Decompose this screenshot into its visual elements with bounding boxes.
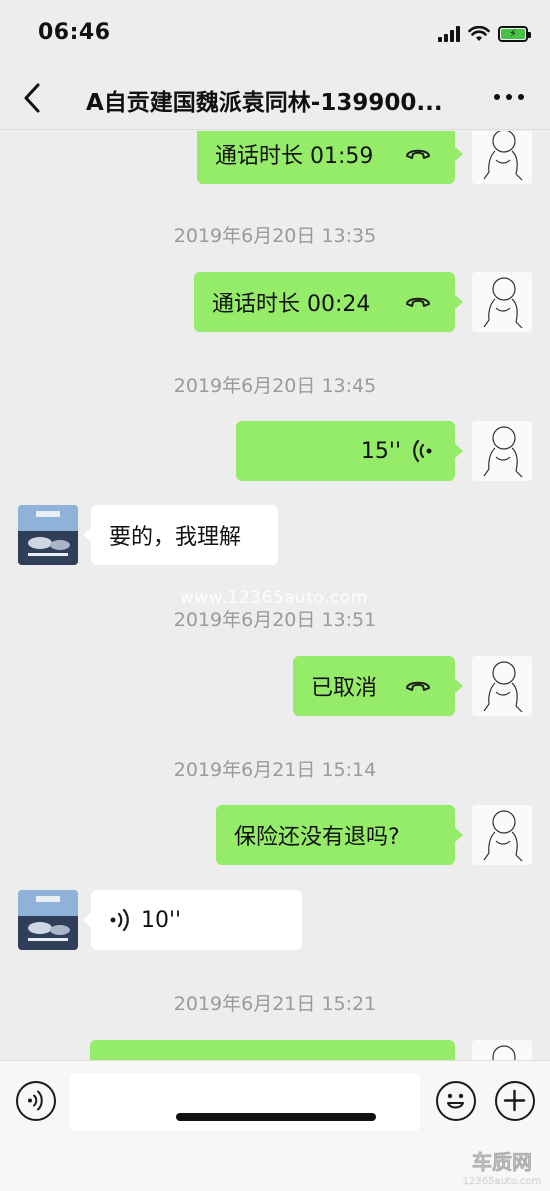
timestamp: 2019年6月20日 13:45: [173, 375, 377, 397]
avatar[interactable]: [472, 421, 532, 481]
voice-wave-icon: [413, 439, 432, 463]
message-input[interactable]: [70, 1073, 420, 1131]
timestamp: 2019年6月20日 13:35: [173, 225, 377, 247]
voice-wave-icon: [110, 908, 129, 932]
car-photo-icon: [18, 505, 78, 565]
home-indicator[interactable]: [176, 1113, 376, 1121]
contact-avatar[interactable]: [18, 505, 78, 565]
avatar[interactable]: [472, 1040, 532, 1060]
message-bubble-outgoing[interactable]: [90, 1040, 455, 1060]
voice-input-icon[interactable]: [16, 1081, 56, 1121]
voice-message-incoming[interactable]: 10'': [83, 890, 302, 950]
svg-text:12365auto.com: 12365auto.com: [463, 1176, 542, 1187]
voice-duration: 15'': [360, 438, 401, 464]
message-text: 通话时长 00:24: [212, 292, 371, 317]
message-text: 保险还没有退吗?: [234, 825, 400, 850]
avatar-figure-icon: [483, 131, 523, 181]
avatar-figure-icon: [492, 1045, 516, 1060]
message-bubble-outgoing[interactable]: 已取消: [293, 656, 463, 716]
message-text: 通话时长 01:59: [215, 144, 374, 169]
avatar-figure-icon: [483, 426, 523, 478]
chat-area[interactable]: 通话时长 01:59 2019年6月20日 13:35 通话时长 00:24 2…: [0, 131, 550, 1060]
status-bar: 06:46 ⚡: [0, 0, 550, 66]
call-end-icon: [406, 149, 430, 159]
message-text: 已取消: [311, 676, 378, 701]
ellipsis-icon[interactable]: [494, 92, 524, 102]
chat-title: A自贡建国魏派袁同林-139900...: [86, 90, 443, 116]
call-end-icon: [406, 681, 430, 691]
car-photo-icon: [18, 890, 78, 950]
timestamp: 2019年6月20日 13:51: [173, 609, 377, 631]
timestamp: 2019年6月21日 15:21: [173, 993, 377, 1015]
site-logo: 车质网 12365auto.com: [463, 1150, 542, 1187]
avatar-figure-icon: [483, 661, 523, 713]
message-bubble-incoming[interactable]: 要的，我理解: [83, 505, 278, 565]
signal-icon: [438, 26, 460, 42]
battery-icon: ⚡: [498, 26, 531, 42]
plus-icon[interactable]: [495, 1081, 535, 1121]
wifi-icon: [468, 26, 490, 41]
avatar[interactable]: [472, 656, 532, 716]
status-time: 06:46: [38, 20, 111, 45]
chevron-left-icon[interactable]: [18, 80, 50, 116]
avatar-figure-icon: [483, 810, 523, 862]
emoji-icon[interactable]: [436, 1081, 476, 1121]
call-end-icon: [406, 297, 430, 307]
svg-text:车质网: 车质网: [472, 1150, 532, 1174]
avatar[interactable]: [472, 805, 532, 865]
message-text: 要的，我理解: [109, 525, 242, 550]
avatar[interactable]: [472, 131, 532, 184]
avatar[interactable]: [472, 272, 532, 332]
message-bubble-outgoing[interactable]: 通话时长 01:59: [197, 131, 463, 184]
voice-message-outgoing[interactable]: 15'': [236, 421, 463, 481]
timestamp: 2019年6月21日 15:14: [173, 759, 377, 781]
contact-avatar[interactable]: [18, 890, 78, 950]
message-bubble-outgoing[interactable]: 通话时长 00:24: [194, 272, 463, 332]
avatar-figure-icon: [483, 277, 523, 329]
voice-duration: 10'': [141, 907, 182, 933]
status-icons: ⚡: [438, 24, 531, 44]
chat-header: A自贡建国魏派袁同林-139900...: [0, 66, 550, 130]
charging-icon: ⚡: [509, 27, 517, 40]
message-bubble-outgoing[interactable]: 保险还没有退吗?: [216, 805, 463, 865]
